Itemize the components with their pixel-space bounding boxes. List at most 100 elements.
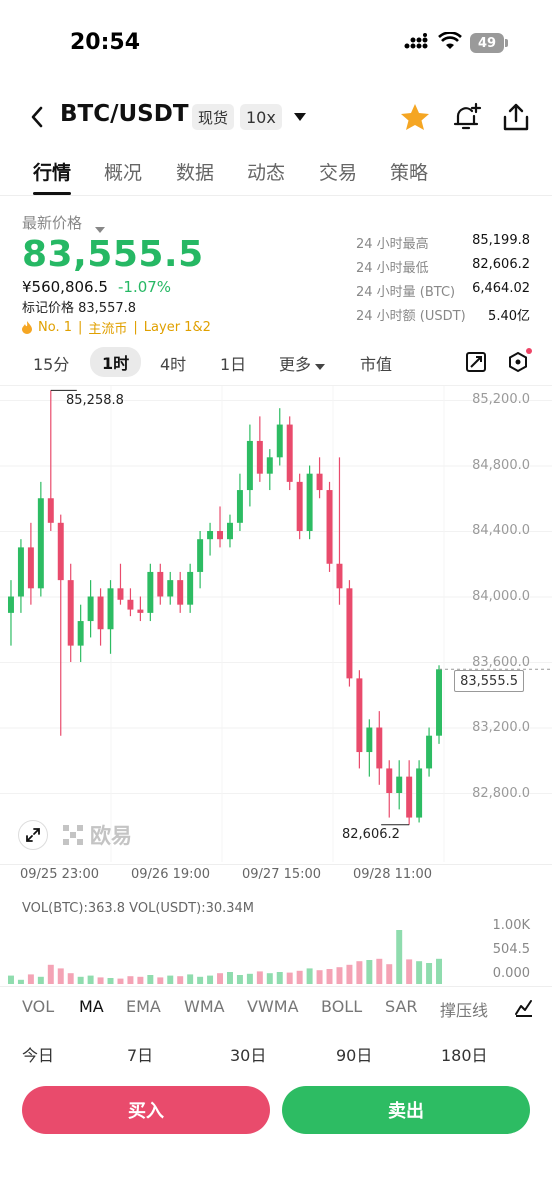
- volume-bar: [7, 975, 14, 984]
- stat-value: 82,606.2: [472, 257, 530, 272]
- volume-bar: [426, 963, 433, 984]
- mark-price: 标记价格 83,557.8: [22, 301, 137, 316]
- indicator-vwma[interactable]: VWMA: [247, 997, 299, 1016]
- volume-bar: [416, 961, 423, 984]
- volume-bar: [366, 960, 373, 984]
- chart-settings-button[interactable]: [462, 348, 490, 376]
- y-axis-label: 82,800.0: [472, 786, 530, 801]
- volume-bar: [77, 976, 84, 984]
- tab-data[interactable]: 数据: [176, 158, 214, 185]
- volume-bar: [266, 973, 273, 984]
- notification-dot: [526, 348, 532, 354]
- indicator-ma[interactable]: MA: [79, 997, 104, 1016]
- sell-button[interactable]: 卖出: [282, 1086, 530, 1134]
- candle-body: [226, 522, 233, 540]
- indicator-vol[interactable]: VOL: [22, 997, 54, 1016]
- price-alert-button[interactable]: [450, 99, 484, 135]
- volume-bar: [436, 958, 443, 984]
- caret-down-icon: [315, 356, 326, 375]
- volume-bar: [97, 977, 104, 984]
- chart-canvas[interactable]: [0, 386, 552, 862]
- fullscreen-button[interactable]: [18, 820, 48, 850]
- category-tag[interactable]: Layer 1&2: [144, 320, 211, 335]
- interval-1d[interactable]: 1日: [220, 351, 246, 375]
- market-cap-tab[interactable]: 市值: [360, 351, 392, 375]
- low-price-label: 82,606.2: [342, 827, 400, 842]
- tab-market[interactable]: 行情: [33, 158, 71, 185]
- range-180d[interactable]: 180日: [441, 1042, 488, 1066]
- status-icons: 49: [404, 31, 508, 54]
- candle-body: [147, 571, 154, 613]
- tab-overview[interactable]: 概况: [104, 158, 142, 185]
- back-button[interactable]: [22, 99, 52, 135]
- coin-tags: No. 1 | 主流币 | Layer 1&2: [22, 318, 211, 337]
- candlestick-chart[interactable]: 85,200.0 84,800.0 84,400.0 84,000.0 83,6…: [0, 386, 552, 862]
- volume-bar: [326, 969, 333, 984]
- indicator-chart-icon: [515, 1000, 532, 1017]
- tab-news[interactable]: 动态: [247, 158, 285, 185]
- chart-type-icon: [466, 352, 486, 372]
- divider: |: [78, 320, 83, 335]
- interval-1h[interactable]: 1时: [90, 347, 142, 377]
- candle-body: [137, 609, 144, 613]
- candle-body: [7, 596, 14, 613]
- pair-dropdown-button[interactable]: [290, 105, 310, 129]
- indicator-sar[interactable]: SAR: [385, 997, 418, 1016]
- candle-body: [386, 768, 393, 793]
- range-90d[interactable]: 90日: [336, 1042, 372, 1066]
- tab-trade[interactable]: 交易: [319, 158, 357, 185]
- volume-bar: [286, 972, 293, 984]
- candle-body: [197, 539, 204, 572]
- candle-body: [217, 531, 224, 540]
- range-7d[interactable]: 7日: [127, 1042, 153, 1066]
- indicator-settings-button[interactable]: [514, 997, 534, 1021]
- volume-chart[interactable]: 1.00K 504.5 0.000: [0, 916, 552, 986]
- volume-bar: [167, 975, 174, 984]
- stat-label: 24 小时量 (BTC): [356, 285, 456, 300]
- pair-title[interactable]: BTC/USDT: [60, 101, 189, 127]
- tab-strategy[interactable]: 策略: [390, 158, 428, 185]
- interval-4h[interactable]: 4时: [160, 351, 186, 375]
- range-today[interactable]: 今日: [22, 1042, 54, 1066]
- interval-15m[interactable]: 15分: [33, 351, 69, 375]
- volume-header: VOL(BTC):363.8 VOL(USDT):30.34M: [22, 901, 255, 916]
- time-label: 09/26 19:00: [131, 867, 211, 882]
- buy-button[interactable]: 买入: [22, 1086, 270, 1134]
- indicator-ema[interactable]: EMA: [126, 997, 161, 1016]
- candle-body: [97, 596, 104, 630]
- indicator-boll[interactable]: BOLL: [321, 997, 362, 1016]
- volume-bar: [226, 972, 233, 984]
- favorite-button[interactable]: [398, 99, 432, 135]
- interval-more[interactable]: 更多: [279, 351, 326, 375]
- y-axis-label: 83,600.0: [472, 655, 530, 670]
- candle-body: [376, 727, 383, 769]
- stat-value: 5.40亿: [488, 309, 530, 324]
- price-type-label[interactable]: 最新价格: [22, 212, 82, 233]
- stat-label: 24 小时额 (USDT): [356, 309, 466, 324]
- candle-body: [77, 621, 84, 646]
- indicator-wma[interactable]: WMA: [184, 997, 225, 1016]
- hexagon-settings-icon: [509, 351, 527, 373]
- star-icon: [401, 104, 429, 130]
- share-button[interactable]: [499, 99, 533, 135]
- indicator-settings-button[interactable]: [504, 348, 532, 376]
- current-price-tag: 83,555.5: [454, 670, 524, 692]
- stat-label: 24 小时最高: [356, 237, 429, 252]
- volume-bar: [67, 973, 74, 984]
- watermark-text: 欧易: [90, 824, 132, 848]
- candle-body: [276, 424, 283, 458]
- rank-tag[interactable]: No. 1: [38, 320, 72, 335]
- range-30d[interactable]: 30日: [230, 1042, 266, 1066]
- volume-bar: [296, 970, 303, 984]
- volume-bar: [117, 978, 124, 984]
- volume-bar: [147, 975, 154, 984]
- indicator-support-resistance[interactable]: 撑压线: [440, 997, 488, 1021]
- volume-bar: [276, 972, 283, 984]
- active-tab-indicator: [33, 192, 71, 195]
- volume-bar: [197, 976, 204, 984]
- time-label: 09/27 15:00: [242, 867, 322, 882]
- price-panel: 最新价格 83,555.5 ¥560,806.5 -1.07% 标记价格 83,…: [0, 206, 552, 340]
- candle-body: [157, 571, 164, 597]
- candle-body: [416, 768, 423, 818]
- category-tag[interactable]: 主流币: [88, 318, 127, 337]
